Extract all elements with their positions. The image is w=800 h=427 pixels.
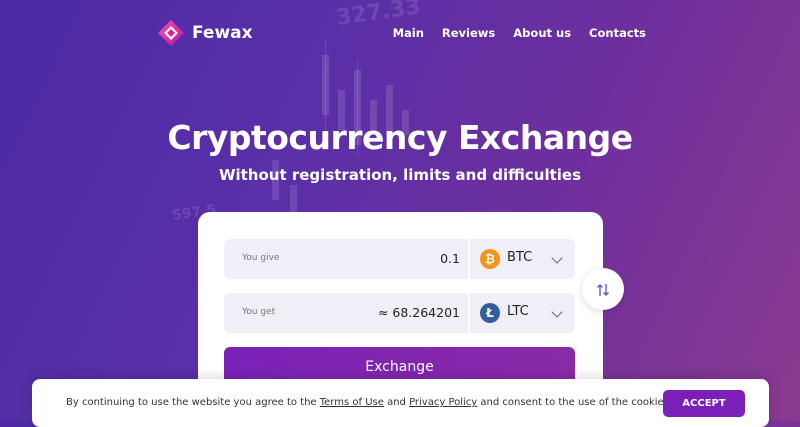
cookie-message: By continuing to use the website you agr…: [66, 397, 673, 408]
row-divider: [468, 239, 470, 279]
row-divider: [468, 293, 470, 333]
give-currency-select[interactable]: BTC: [507, 250, 532, 265]
get-row: You get ≈ 68.264201 Ł LTC: [224, 293, 575, 333]
hero-subtitle: Without registration, limits and difficu…: [218, 166, 582, 184]
give-label: You give: [242, 253, 280, 263]
nav-reviews[interactable]: Reviews: [442, 26, 495, 40]
litecoin-icon: Ł: [480, 303, 500, 323]
accept-cookies-button[interactable]: ACCEPT: [663, 390, 745, 417]
give-amount-input[interactable]: 0.1: [440, 251, 460, 266]
nav-about-us[interactable]: About us: [513, 26, 571, 40]
nav-contacts[interactable]: Contacts: [589, 26, 646, 40]
get-currency-select[interactable]: LTC: [507, 304, 529, 319]
swap-currencies-button[interactable]: [582, 268, 624, 310]
nav-main[interactable]: Main: [393, 26, 424, 40]
hero-title: Cryptocurrency Exchange: [167, 118, 633, 157]
brand-logo[interactable]: Fewax: [156, 18, 253, 48]
swap-arrows-icon: [596, 280, 610, 298]
top-navigation-bar: Fewax Main Reviews About us Contacts: [0, 0, 800, 70]
terms-of-use-link[interactable]: Terms of Use: [320, 397, 384, 408]
chevron-down-icon[interactable]: [551, 306, 563, 318]
brand-name: Fewax: [192, 23, 253, 43]
get-amount-value: ≈ 68.264201: [377, 305, 460, 320]
get-label: You get: [242, 307, 276, 317]
privacy-policy-link[interactable]: Privacy Policy: [409, 397, 477, 408]
main-nav: Main Reviews About us Contacts: [393, 26, 646, 40]
chevron-down-icon[interactable]: [551, 252, 563, 264]
cookie-banner: By continuing to use the website you agr…: [32, 379, 769, 427]
fewax-logo-icon: [156, 18, 186, 48]
bitcoin-icon: ₿: [480, 249, 500, 269]
give-row: You give 0.1 ₿ BTC: [224, 239, 575, 279]
